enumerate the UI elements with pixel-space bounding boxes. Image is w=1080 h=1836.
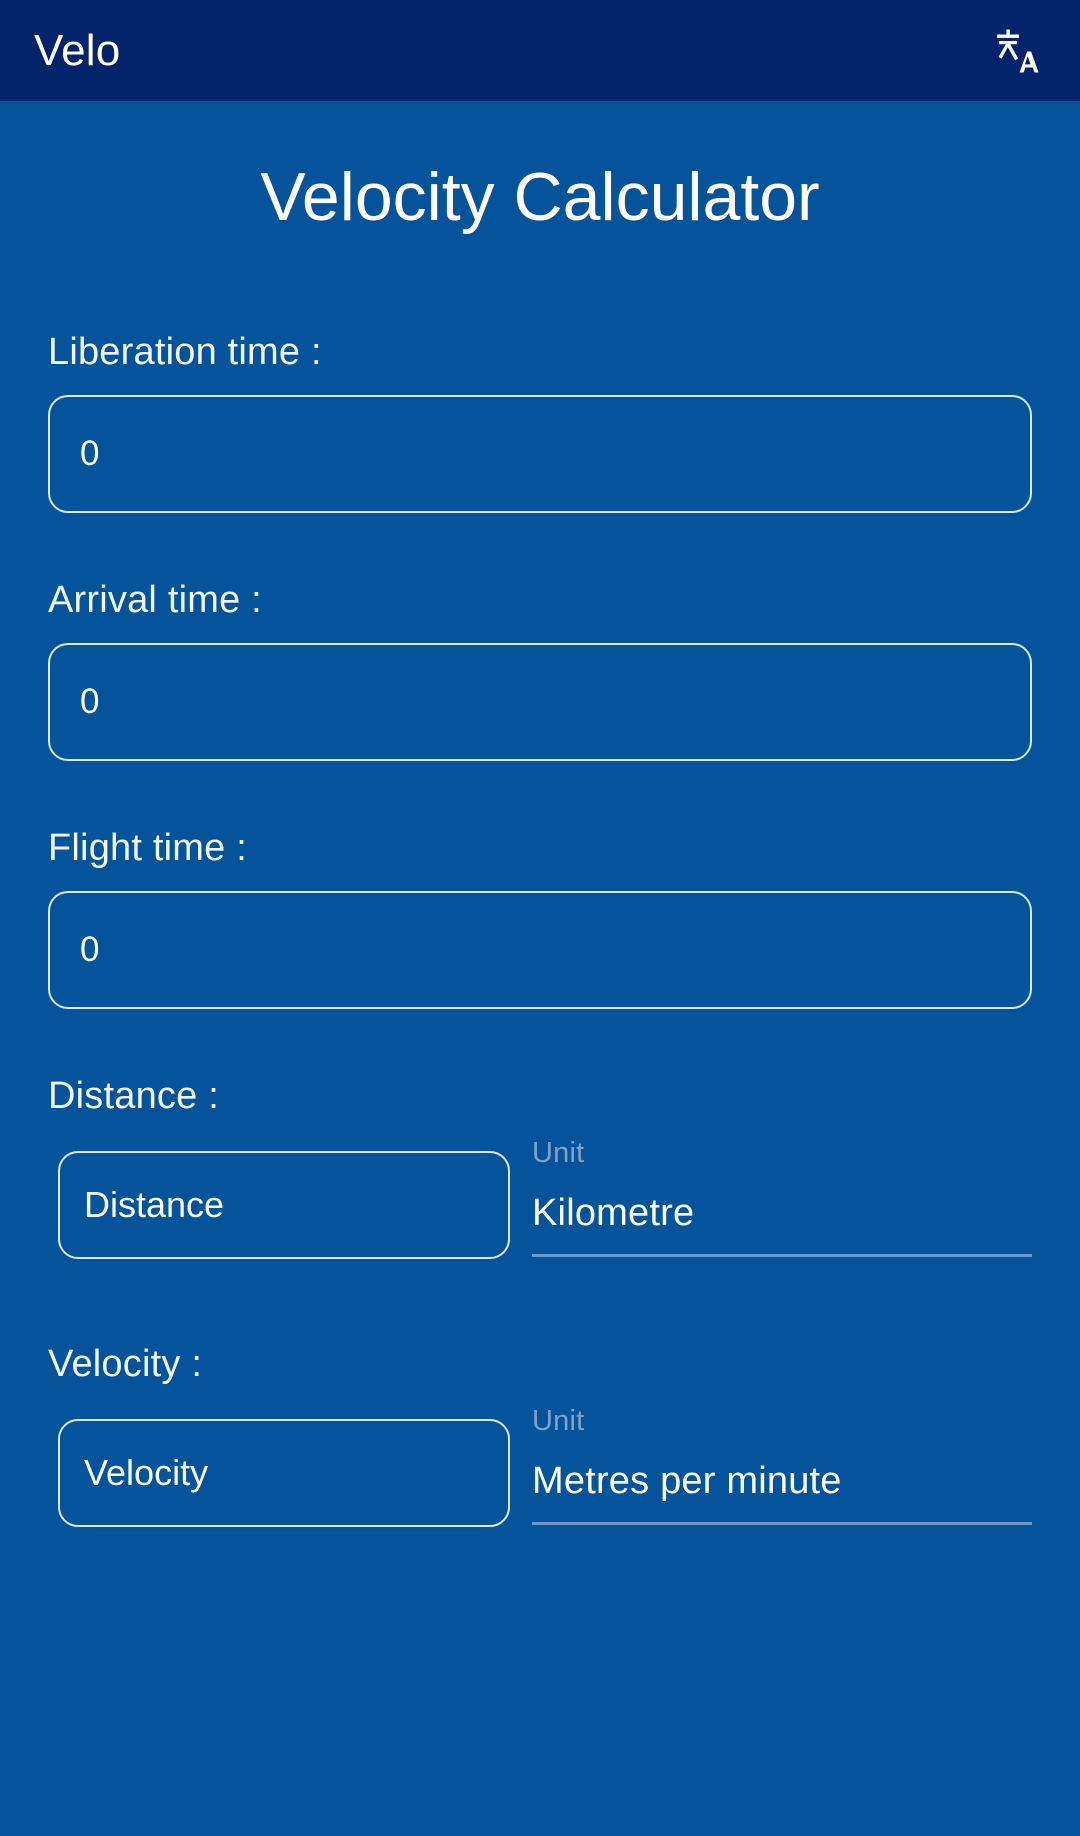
- velocity-unit-underline: [532, 1522, 1032, 1525]
- app-title: Velo: [34, 25, 121, 75]
- distance-unit-underline: [532, 1254, 1032, 1257]
- distance-input[interactable]: [58, 1151, 510, 1259]
- velocity-value-wrap: [48, 1419, 510, 1527]
- velocity-unit-label: Unit: [532, 1405, 585, 1437]
- distance-value-wrap: [48, 1151, 510, 1259]
- distance-unit-label: Unit: [532, 1137, 585, 1169]
- velocity-label: Velocity :: [48, 1343, 203, 1385]
- translate-icon[interactable]: [978, 14, 1052, 88]
- page-content: Velocity Calculator Liberation time : Ar…: [0, 101, 1080, 1836]
- field-distance: Distance : Unit Kilometre: [48, 1077, 1032, 1259]
- velocity-row: Unit Metres per minute: [48, 1407, 1032, 1527]
- velocity-unit-dropdown[interactable]: Unit Metres per minute: [532, 1407, 1032, 1527]
- field-liberation-time: Liberation time :: [48, 333, 1032, 513]
- flight-time-input[interactable]: [48, 891, 1032, 1009]
- distance-row: Unit Kilometre: [48, 1139, 1032, 1259]
- page-title: Velocity Calculator: [260, 159, 820, 235]
- field-velocity: Velocity : Unit Metres per minute: [48, 1345, 1032, 1527]
- field-flight-time: Flight time :: [48, 829, 1032, 1009]
- arrival-time-input[interactable]: [48, 643, 1032, 761]
- app-bar: Velo: [0, 0, 1080, 101]
- distance-unit-value: Kilometre: [532, 1192, 695, 1234]
- liberation-time-label: Liberation time :: [48, 331, 322, 373]
- flight-time-label: Flight time :: [48, 827, 247, 869]
- velocity-form: Liberation time : Arrival time : Flight …: [0, 333, 1080, 1527]
- arrival-time-label: Arrival time :: [48, 579, 262, 621]
- velocity-unit-value: Metres per minute: [532, 1460, 842, 1502]
- field-arrival-time: Arrival time :: [48, 581, 1032, 761]
- velocity-input[interactable]: [58, 1419, 510, 1527]
- distance-unit-dropdown[interactable]: Unit Kilometre: [532, 1139, 1032, 1259]
- distance-label: Distance :: [48, 1075, 219, 1117]
- liberation-time-input[interactable]: [48, 395, 1032, 513]
